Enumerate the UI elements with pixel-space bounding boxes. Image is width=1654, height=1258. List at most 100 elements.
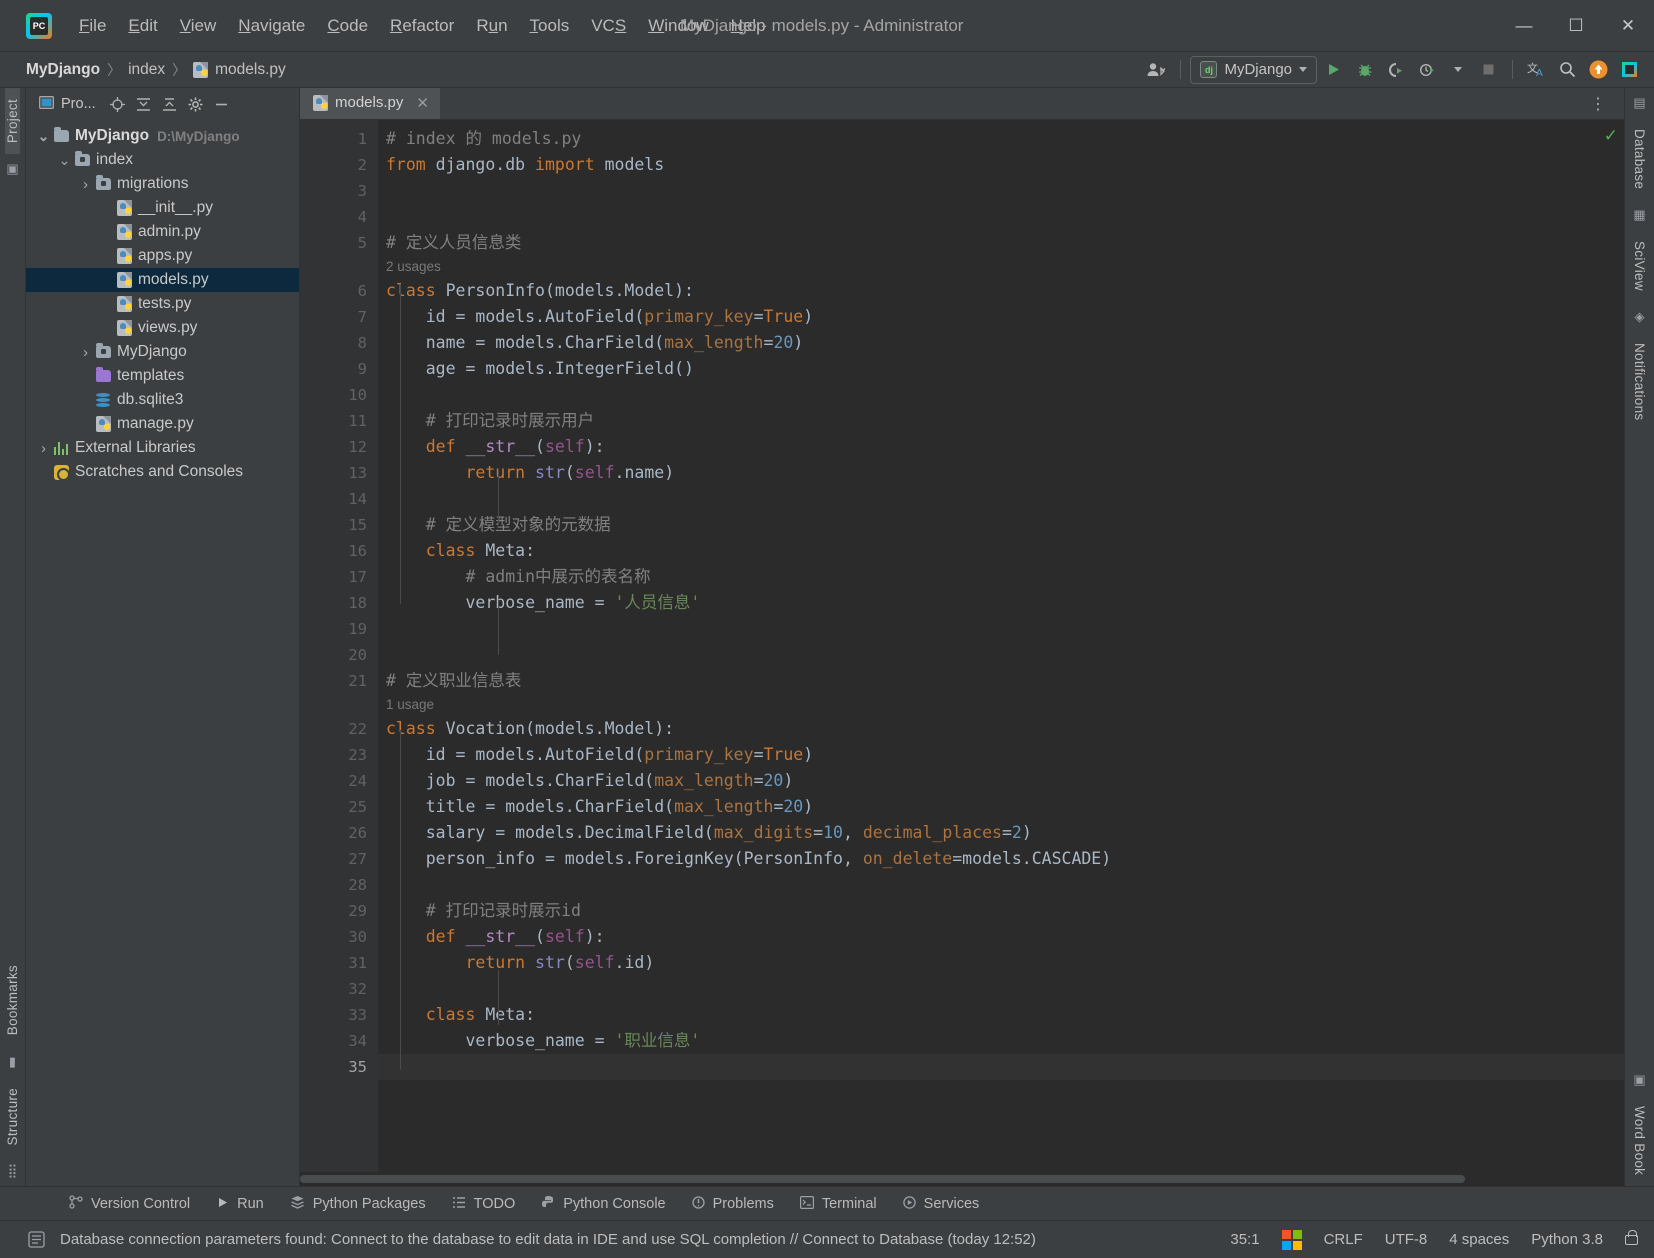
line-number-8[interactable]: 8 bbox=[300, 330, 378, 356]
code-line-14[interactable] bbox=[378, 486, 1624, 512]
code-line-19[interactable] bbox=[378, 616, 1624, 642]
tool-button-word-book[interactable]: Word Book bbox=[1632, 1095, 1647, 1186]
gear-icon[interactable] bbox=[184, 92, 208, 116]
more-options-icon[interactable]: ⋮ bbox=[1583, 94, 1614, 114]
code-line-26[interactable]: salary = models.DecimalField(max_digits=… bbox=[378, 820, 1624, 846]
chevron-down-icon[interactable]: ⌄ bbox=[36, 129, 51, 143]
search-icon[interactable] bbox=[1553, 56, 1582, 84]
tool-button-sciview[interactable]: SciView bbox=[1632, 230, 1647, 302]
line-number-13[interactable]: 13 bbox=[300, 460, 423, 486]
python-interpreter[interactable]: Python 3.8 bbox=[1531, 1231, 1603, 1248]
line-number-27[interactable]: 27 bbox=[300, 846, 378, 872]
debug-button[interactable] bbox=[1350, 56, 1379, 84]
menu-code[interactable]: Code bbox=[316, 10, 379, 42]
code-line-13[interactable]: return str(self.name) bbox=[378, 460, 1624, 486]
menu-tools[interactable]: Tools bbox=[519, 10, 581, 42]
code-line-20[interactable] bbox=[378, 642, 1624, 668]
code-line-33[interactable]: class Meta: bbox=[378, 1002, 1624, 1028]
code-line-9[interactable]: age = models.IntegerField() bbox=[378, 356, 1624, 382]
breadcrumb-item-mydjango[interactable]: MyDjango bbox=[26, 61, 100, 79]
translate-icon[interactable]: 文A bbox=[1522, 56, 1551, 84]
line-number-16[interactable]: 16 bbox=[300, 538, 424, 564]
code-line-11[interactable]: # 打印记录时展示用户 bbox=[378, 408, 1624, 434]
run-button[interactable] bbox=[1319, 56, 1348, 84]
line-number-24[interactable]: 24 bbox=[300, 768, 378, 794]
line-number-31[interactable]: 31 bbox=[300, 950, 423, 976]
user-account-icon[interactable] bbox=[1142, 56, 1171, 84]
line-number-1[interactable]: 1 bbox=[300, 126, 378, 152]
tool-window-button-terminal[interactable]: Terminal bbox=[787, 1192, 890, 1216]
code-line-17[interactable]: # admin中展示的表名称 bbox=[378, 564, 1624, 590]
database-icon[interactable]: ▤ bbox=[1633, 88, 1645, 118]
code-line-22[interactable]: class Vocation(models.Model): bbox=[378, 716, 1624, 742]
tree-node-manage-py[interactable]: manage.py bbox=[26, 412, 299, 436]
code-line-16[interactable]: class Meta: bbox=[378, 538, 1624, 564]
close-icon[interactable]: ✕ bbox=[416, 94, 429, 112]
breadcrumb-item-models-py[interactable]: models.py bbox=[193, 61, 286, 79]
line-number-9[interactable]: 9 bbox=[300, 356, 378, 382]
code-line-24[interactable]: job = models.CharField(max_length=20) bbox=[378, 768, 1624, 794]
line-number-35[interactable]: 35 bbox=[300, 1054, 378, 1080]
minimize-button[interactable]: — bbox=[1498, 0, 1550, 51]
scrollbar-thumb[interactable] bbox=[300, 1175, 1465, 1183]
menu-run[interactable]: Run bbox=[465, 10, 518, 42]
code-line-5[interactable]: # 定义人员信息类 bbox=[378, 230, 1624, 256]
code-line-10[interactable] bbox=[378, 382, 1624, 408]
menu-refactor[interactable]: Refactor bbox=[379, 10, 465, 42]
tool-window-button-problems[interactable]: Problems bbox=[679, 1192, 787, 1216]
code-line-12[interactable]: def __str__(self): bbox=[378, 434, 1624, 460]
line-number-14[interactable]: 14 bbox=[300, 486, 378, 512]
ide-logo-icon[interactable] bbox=[1615, 56, 1644, 84]
tool-button-notifications[interactable]: Notifications bbox=[1632, 332, 1647, 431]
code-line-21[interactable]: # 定义职业信息表 bbox=[378, 668, 1624, 694]
line-number-11[interactable]: 11 bbox=[300, 408, 378, 434]
line-number-28[interactable]: 28 bbox=[300, 872, 378, 898]
stop-button[interactable] bbox=[1474, 56, 1503, 84]
line-number-23[interactable]: 23 bbox=[300, 742, 378, 768]
chevron-right-icon[interactable]: › bbox=[36, 440, 51, 457]
menu-view[interactable]: View bbox=[169, 10, 228, 42]
tool-window-button-python-packages[interactable]: Python Packages bbox=[277, 1191, 439, 1216]
tool-button-database[interactable]: Database bbox=[1632, 118, 1647, 200]
code-line-28[interactable] bbox=[378, 872, 1624, 898]
line-number-6[interactable]: 6 bbox=[300, 278, 424, 304]
line-separator[interactable]: CRLF bbox=[1324, 1231, 1363, 1248]
tree-node-migrations[interactable]: › migrations bbox=[26, 172, 299, 196]
line-number-4[interactable]: 4 bbox=[300, 204, 378, 230]
tool-button-bookmarks[interactable]: Bookmarks bbox=[5, 954, 20, 1046]
tool-window-button-run[interactable]: Run bbox=[203, 1192, 277, 1216]
hide-panel-icon[interactable] bbox=[210, 92, 234, 116]
code-line-7[interactable]: id = models.AutoField(primary_key=True) bbox=[378, 304, 1624, 330]
line-number-18[interactable]: 18 bbox=[300, 590, 423, 616]
tree-node-external-libraries[interactable]: › External Libraries bbox=[26, 436, 299, 460]
editor-tab-models-py[interactable]: models.py ✕ bbox=[300, 88, 440, 119]
code-line-23[interactable]: id = models.AutoField(primary_key=True) bbox=[378, 742, 1624, 768]
line-number-20[interactable]: 20 bbox=[300, 642, 378, 668]
close-button[interactable]: ✕ bbox=[1602, 0, 1654, 51]
menu-navigate[interactable]: Navigate bbox=[227, 10, 316, 42]
sciview-icon[interactable]: ▦ bbox=[1633, 200, 1645, 230]
notifications-icon[interactable]: ◈ bbox=[1635, 302, 1645, 332]
tool-window-button-version-control[interactable]: Version Control bbox=[56, 1191, 203, 1216]
run-with-coverage-button[interactable] bbox=[1381, 56, 1410, 84]
tool-window-button-services[interactable]: Services bbox=[890, 1192, 993, 1216]
code-line-15[interactable]: # 定义模型对象的元数据 bbox=[378, 512, 1624, 538]
word-book-icon[interactable]: ▣ bbox=[1633, 1065, 1645, 1095]
code-line-30[interactable]: def __str__(self): bbox=[378, 924, 1624, 950]
tree-node-db-sqlite3[interactable]: db.sqlite3 bbox=[26, 388, 299, 412]
tree-node-models-py[interactable]: models.py bbox=[26, 268, 299, 292]
line-number-25[interactable]: 25 bbox=[300, 794, 378, 820]
line-number-22[interactable]: 22 bbox=[300, 716, 424, 742]
status-message[interactable]: Database connection parameters found: Co… bbox=[60, 1231, 1036, 1248]
profile-dropdown-icon[interactable] bbox=[1443, 56, 1472, 84]
line-number-2[interactable]: 2 bbox=[300, 152, 378, 178]
menu-vcs[interactable]: VCS bbox=[580, 10, 637, 42]
maximize-button[interactable]: ☐ bbox=[1550, 0, 1602, 51]
editor-gutter[interactable]: 12345 6 7 8 9 10 11 12 13 14 15 16 17 18 19 20 21 22 23 2… bbox=[300, 120, 424, 1172]
code-line-8[interactable]: name = models.CharField(max_length=20) bbox=[378, 330, 1624, 356]
line-number-7[interactable]: 7 bbox=[300, 304, 378, 330]
locate-icon[interactable] bbox=[106, 92, 130, 116]
tree-node-mydjango[interactable]: › MyDjango bbox=[26, 340, 299, 364]
tree-node-views-py[interactable]: views.py bbox=[26, 316, 299, 340]
tool-button-structure[interactable]: Structure bbox=[5, 1077, 20, 1156]
